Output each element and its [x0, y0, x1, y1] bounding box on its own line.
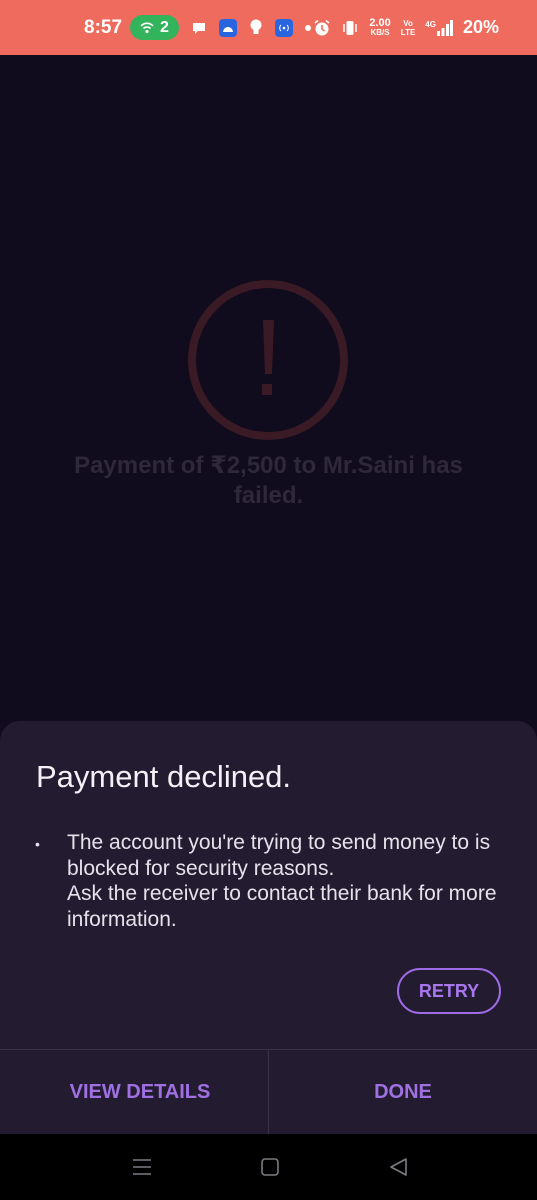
status-bar: 8:57 2 2.00 KB/S Vo LTE 4G 20%	[0, 0, 537, 55]
android-app-icon	[218, 18, 237, 37]
payment-declined-sheet: Payment declined. • The account you're t…	[0, 721, 537, 1134]
chat-icon	[192, 22, 205, 34]
retry-button[interactable]: RETRY	[397, 968, 501, 1014]
menu-icon[interactable]	[131, 1156, 153, 1178]
hotspot-icon	[140, 21, 154, 33]
sheet-title: Payment declined.	[36, 759, 292, 794]
screen: 8:57 2 2.00 KB/S Vo LTE 4G 20% Payment o…	[0, 0, 537, 1200]
system-indicators: 2.00 KB/S Vo LTE 4G 20%	[313, 17, 499, 38]
hotspot-count: 2	[160, 18, 169, 36]
notification-icons	[191, 18, 311, 37]
alarm-icon	[314, 19, 330, 35]
lightbulb-icon	[250, 19, 262, 34]
navigation-bar	[0, 1134, 537, 1200]
net-speed: 2.00 KB/S	[369, 16, 391, 37]
decline-reason-line-2: Ask the receiver to contact their bank f…	[67, 882, 497, 931]
home-icon[interactable]	[259, 1156, 281, 1178]
exclamation-circle-icon	[188, 280, 348, 440]
payment-failed-message: Payment of ₹2,500 to Mr.Saini has failed…	[74, 452, 463, 509]
payment-status-background: Payment of ₹2,500 to Mr.Saini has failed…	[0, 55, 537, 720]
back-icon[interactable]	[388, 1156, 410, 1178]
decline-reason: The account you're trying to send money …	[67, 830, 507, 932]
signal-indicator: 4G	[425, 19, 453, 36]
view-details-button[interactable]: VIEW DETAILS	[0, 1050, 268, 1134]
vibrate-icon	[343, 20, 358, 35]
bullet-point: •	[35, 836, 40, 852]
dot-icon	[304, 24, 311, 31]
battery-percent: 20%	[462, 17, 499, 37]
nfc-app-icon	[274, 18, 293, 37]
decline-reason-line-1: The account you're trying to send money …	[67, 831, 491, 880]
signal-icon	[436, 19, 453, 36]
done-button[interactable]: DONE	[269, 1050, 537, 1134]
status-time: 8:57	[84, 16, 123, 38]
volte-indicator: Vo LTE	[400, 18, 416, 37]
hotspot-badge: 2	[130, 15, 179, 40]
